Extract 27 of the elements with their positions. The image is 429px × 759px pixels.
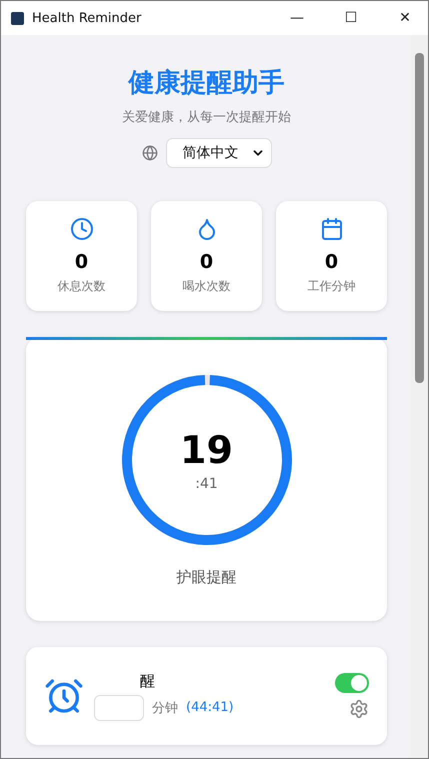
timer-label: 护眼提醒 xyxy=(176,568,236,587)
maximize-button[interactable]: ☐ xyxy=(328,1,374,35)
minimize-button[interactable]: — xyxy=(274,1,320,35)
stat-value: 0 xyxy=(324,251,338,273)
language-select[interactable]: 简体中文 xyxy=(166,138,272,168)
interval-input[interactable] xyxy=(94,694,144,720)
stat-label: 工作分钟 xyxy=(308,278,356,295)
reminder-title: 醒 xyxy=(139,672,156,690)
calendar-icon xyxy=(320,217,344,241)
settings-icon[interactable] xyxy=(349,699,369,719)
app-subtitle: 关爱健康，从每一次提醒开始 xyxy=(122,109,291,126)
stat-label: 喝水次数 xyxy=(182,278,230,295)
globe-icon xyxy=(142,145,158,161)
app-icon xyxy=(11,12,24,24)
countdown-text: (44:41) xyxy=(186,700,234,715)
reminder-toggle[interactable] xyxy=(335,673,369,693)
interval-unit: 分钟 xyxy=(152,700,178,716)
window-title: Health Reminder xyxy=(32,10,142,26)
stat-value: 0 xyxy=(74,251,88,273)
app-title: 健康提醒助手 xyxy=(128,67,284,100)
stat-label: 休息次数 xyxy=(58,278,106,295)
stat-value: 0 xyxy=(200,251,214,273)
timer-minutes: 19 xyxy=(180,428,233,472)
timer-seconds: :41 xyxy=(195,476,218,492)
scrollbar-thumb[interactable] xyxy=(415,53,424,383)
clock-icon xyxy=(70,217,94,241)
close-button[interactable]: ✕ xyxy=(382,1,428,35)
